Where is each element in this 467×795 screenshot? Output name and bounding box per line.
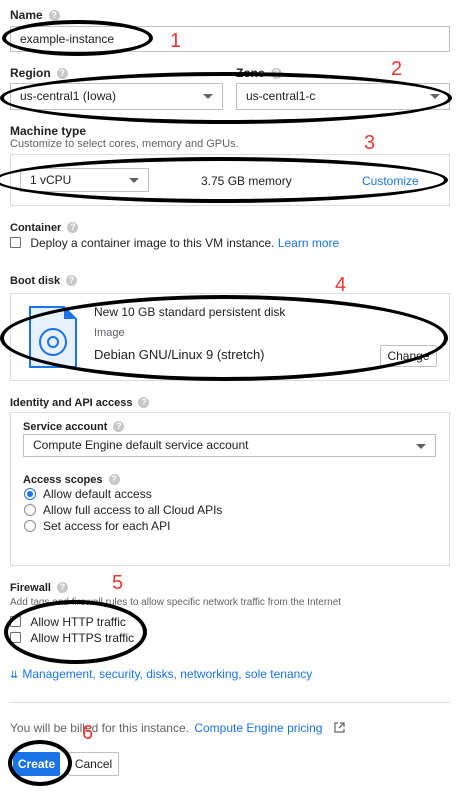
change-button[interactable]: Change bbox=[380, 345, 437, 367]
billing-row: You will be billed for this instance. Co… bbox=[10, 721, 345, 735]
name-label: Name? bbox=[10, 8, 60, 22]
divider bbox=[10, 702, 450, 703]
cpu-value: 1 vCPU bbox=[30, 173, 72, 187]
firewall-hint: Add tags and firewall rules to allow spe… bbox=[10, 597, 342, 608]
help-icon[interactable]: ? bbox=[56, 68, 68, 79]
help-icon[interactable]: ? bbox=[138, 397, 150, 408]
http-label: Allow HTTP traffic bbox=[30, 615, 126, 629]
container-label: Container? bbox=[10, 222, 79, 234]
create-button[interactable]: Create bbox=[13, 752, 60, 776]
annotation-number-2: 2 bbox=[391, 58, 403, 80]
name-input[interactable]: example-instance bbox=[10, 26, 450, 52]
https-checkbox[interactable] bbox=[10, 632, 21, 643]
management-link[interactable]: ⇊ Management, security, disks, networking… bbox=[10, 667, 312, 681]
pricing-link[interactable]: Compute Engine pricing bbox=[194, 721, 322, 735]
chevron-down-icon bbox=[129, 178, 139, 183]
scope-radio-full[interactable] bbox=[24, 504, 36, 516]
identity-label: Identity and API access? bbox=[10, 397, 150, 409]
container-row: Deploy a container image to this VM inst… bbox=[10, 236, 339, 250]
machine-type-hint: Customize to select cores, memory and GP… bbox=[10, 138, 239, 150]
https-label: Allow HTTPS traffic bbox=[30, 631, 135, 645]
help-icon[interactable]: ? bbox=[270, 68, 282, 79]
scope-label-each: Set access for each API bbox=[43, 519, 171, 533]
access-scopes-label: Access scopes? bbox=[23, 474, 120, 486]
service-account-value: Compute Engine default service account bbox=[33, 438, 249, 452]
service-account-label: Service account? bbox=[23, 421, 125, 433]
annotation-number-1: 1 bbox=[170, 30, 182, 52]
help-icon[interactable]: ? bbox=[66, 275, 78, 286]
help-icon[interactable]: ? bbox=[108, 474, 120, 485]
machine-type-label: Machine type bbox=[10, 124, 87, 138]
scope-label-default: Allow default access bbox=[43, 487, 152, 501]
learn-more-link[interactable]: Learn more bbox=[278, 236, 339, 250]
external-link-icon[interactable] bbox=[334, 722, 345, 733]
chevron-down-icon bbox=[203, 94, 213, 99]
region-label: Region? bbox=[10, 66, 68, 80]
help-icon[interactable]: ? bbox=[67, 222, 79, 233]
annotation-number-3: 3 bbox=[364, 132, 376, 154]
chevron-down-icon bbox=[430, 94, 440, 99]
boot-disk-title: New 10 GB standard persistent disk bbox=[94, 305, 286, 319]
annotation-number-5: 5 bbox=[112, 572, 124, 594]
http-row: Allow HTTP traffic bbox=[10, 615, 126, 629]
container-checkbox-label: Deploy a container image to this VM inst… bbox=[30, 236, 275, 250]
annotation-number-4: 4 bbox=[335, 274, 347, 296]
boot-disk-image-label: Image bbox=[94, 327, 125, 339]
chevron-down-icon bbox=[416, 444, 426, 449]
cancel-button[interactable]: Cancel bbox=[68, 752, 119, 776]
zone-select[interactable]: us-central1-c bbox=[236, 83, 450, 110]
cpu-select[interactable]: 1 vCPU bbox=[20, 168, 149, 192]
firewall-label: Firewall? bbox=[10, 582, 68, 594]
region-value: us-central1 (Iowa) bbox=[20, 89, 117, 103]
scope-radio-each[interactable] bbox=[24, 520, 36, 532]
disk-image-icon bbox=[29, 306, 77, 368]
region-select[interactable]: us-central1 (Iowa) bbox=[10, 83, 223, 110]
http-checkbox[interactable] bbox=[10, 616, 21, 627]
https-row: Allow HTTPS traffic bbox=[10, 631, 134, 645]
help-icon[interactable]: ? bbox=[56, 582, 68, 593]
zone-label: Zone? bbox=[236, 66, 282, 80]
scope-radio-default[interactable] bbox=[24, 488, 36, 500]
boot-disk-image: Debian GNU/Linux 9 (stretch) bbox=[94, 347, 265, 362]
customize-link[interactable]: Customize bbox=[362, 174, 419, 188]
memory-text: 3.75 GB memory bbox=[201, 174, 292, 188]
container-checkbox[interactable] bbox=[10, 237, 21, 248]
zone-value: us-central1-c bbox=[246, 89, 316, 103]
help-icon[interactable]: ? bbox=[48, 10, 60, 21]
billing-text: You will be billed for this instance. bbox=[10, 721, 189, 735]
service-account-select[interactable]: Compute Engine default service account bbox=[23, 434, 436, 457]
double-chevron-down-icon: ⇊ bbox=[10, 670, 19, 681]
scope-label-full: Allow full access to all Cloud APIs bbox=[43, 503, 223, 517]
annotation-number-6: 6 bbox=[82, 722, 94, 744]
management-link-text: Management, security, disks, networking,… bbox=[22, 667, 313, 681]
help-icon[interactable]: ? bbox=[113, 421, 125, 432]
boot-disk-label: Boot disk? bbox=[10, 275, 78, 287]
